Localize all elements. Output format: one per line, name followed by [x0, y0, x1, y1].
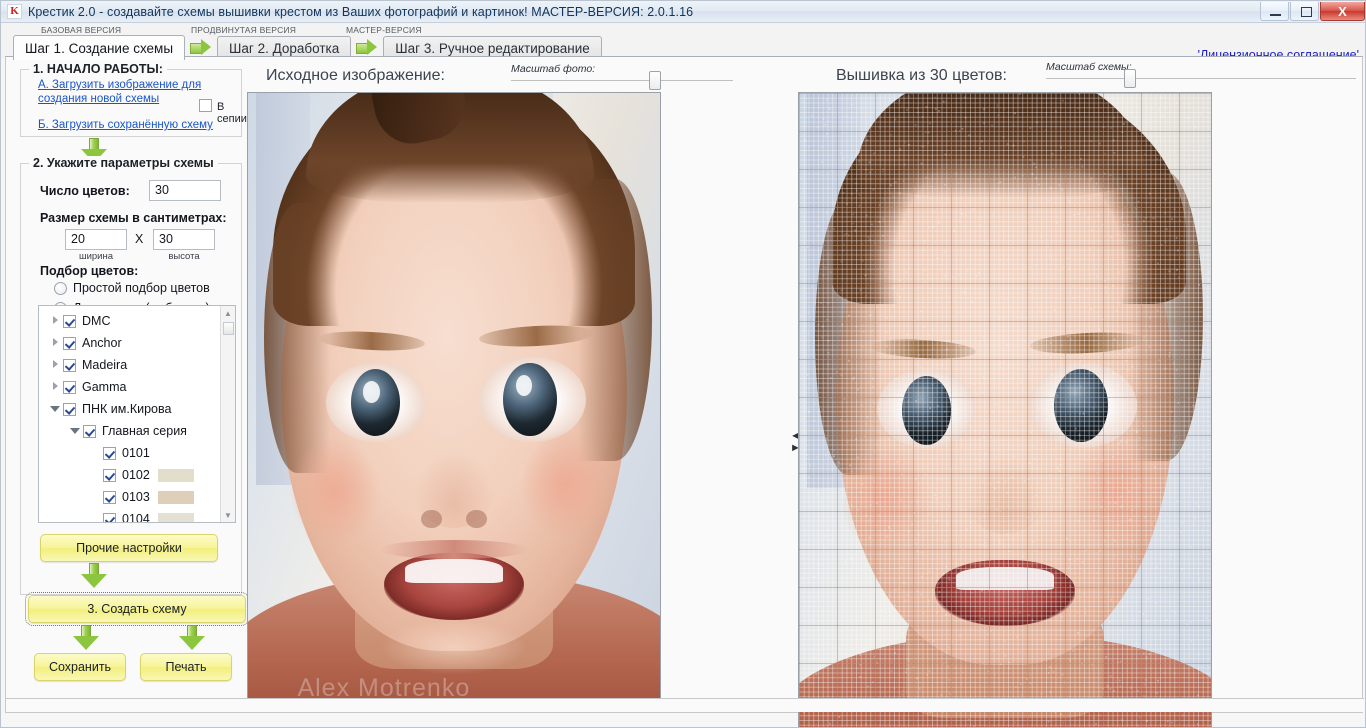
floss-brand-tree[interactable]: DMC Anchor Madeira Gamma ПНК им.Кирова Главна… — [38, 305, 236, 523]
print-button[interactable]: Печать — [140, 653, 232, 681]
arrow-down-icon-4 — [179, 625, 205, 651]
photo-zoom-thumb[interactable] — [649, 71, 661, 90]
scheme-width-input[interactable]: 20 — [65, 229, 127, 250]
sepia-label: В сепии — [217, 101, 248, 125]
tree-item-label: ПНК им.Кирова — [82, 402, 171, 416]
arrow-down-icon-3 — [73, 625, 99, 651]
tab-strip: БАЗОВАЯ ВЕРСИЯ ПРОДВИНУТАЯ ВЕРСИЯ МАСТЕР… — [1, 23, 1366, 59]
tab-step-1[interactable]: Шаг 1. Создание схемы — [13, 35, 185, 60]
tree-item-label: DMC — [82, 314, 110, 328]
tree-item-label: 0104 — [122, 512, 150, 523]
tree-item-checkbox[interactable] — [103, 491, 116, 504]
source-image-frame[interactable]: Alex Motrenko — [247, 92, 661, 707]
scheme-size-label: Размер схемы в сантиметрах: — [40, 211, 227, 225]
scheme-height-input[interactable]: 30 — [153, 229, 215, 250]
radio-simple-row[interactable]: Простой подбор цветов — [54, 281, 210, 295]
color-swatch — [158, 469, 194, 482]
create-scheme-button[interactable]: 3. Создать схему — [28, 595, 246, 623]
tree-item-label: Anchor — [82, 336, 122, 350]
load-image-link[interactable]: А. Загрузить изображение для создания но… — [38, 79, 210, 106]
chevron-right-icon[interactable] — [47, 382, 63, 392]
radio-simple-button[interactable] — [54, 282, 67, 295]
arrow-right-icon-2 — [356, 39, 378, 56]
chevron-down-icon[interactable] — [67, 426, 83, 436]
sepia-checkbox[interactable] — [199, 99, 212, 112]
tree-item-label: Gamma — [82, 380, 126, 394]
scroll-thumb[interactable] — [223, 322, 234, 335]
photo-zoom-track — [511, 80, 733, 81]
tree-item-label: 0102 — [122, 468, 150, 482]
version-label-basic: БАЗОВАЯ ВЕРСИЯ — [41, 25, 121, 35]
chevron-down-icon[interactable] — [47, 404, 63, 414]
scheme-zoom-thumb[interactable] — [1124, 69, 1136, 88]
scheme-image-frame[interactable] — [798, 92, 1212, 728]
tree-item-checkbox[interactable] — [63, 381, 76, 394]
maximize-button[interactable] — [1290, 2, 1319, 21]
palette-mode-label: Подбор цветов: — [40, 264, 138, 278]
scheme-panel-title: Вышивка из 30 цветов: — [836, 67, 1007, 85]
tree-item-checkbox[interactable] — [103, 513, 116, 524]
version-label-advanced: ПРОДВИНУТАЯ ВЕРСИЯ — [191, 25, 296, 35]
colors-count-label: Число цветов: — [40, 184, 130, 198]
group-scheme-params-title: 2. Укажите параметры схемы — [29, 156, 218, 170]
tree-item[interactable]: 0102 — [41, 464, 235, 486]
tree-item[interactable]: 0104 — [41, 508, 235, 523]
tree-scrollbar[interactable]: ▲ ▼ — [220, 306, 235, 522]
content-area: 1. НАЧАЛО РАБОТЫ: А. Загрузить изображен… — [5, 56, 1363, 713]
tree-item[interactable]: ПНК им.Кирова — [41, 398, 235, 420]
tree-item-label: Главная серия — [102, 424, 187, 438]
chevron-right-icon[interactable] — [47, 316, 63, 326]
photo-panel-title: Исходное изображение: — [266, 67, 445, 85]
size-separator: X — [135, 232, 143, 246]
minimize-button[interactable] — [1260, 2, 1289, 21]
window-title: Крестик 2.0 - создавайте схемы вышивки к… — [28, 5, 693, 19]
scroll-down-icon[interactable]: ▼ — [221, 508, 235, 522]
settings-sidebar: 1. НАЧАЛО РАБОТЫ: А. Загрузить изображен… — [16, 57, 248, 707]
tree-item-label: 0103 — [122, 490, 150, 504]
arrow-down-icon-2 — [81, 563, 107, 589]
arrow-right-icon-1 — [190, 39, 212, 56]
photo-zoom-slider[interactable] — [511, 71, 733, 89]
tree-item[interactable]: 0101 — [41, 442, 235, 464]
tree-item[interactable]: Madeira — [41, 354, 235, 376]
close-button[interactable]: X — [1320, 2, 1365, 21]
height-caption: высота — [153, 251, 215, 262]
app-icon: K — [7, 4, 22, 19]
group-start-work-title: 1. НАЧАЛО РАБОТЫ: — [29, 62, 167, 76]
chevron-right-icon[interactable] — [47, 360, 63, 370]
tree-item[interactable]: Anchor — [41, 332, 235, 354]
tree-item[interactable]: 0103 — [41, 486, 235, 508]
tree-item[interactable]: Gamma — [41, 376, 235, 398]
status-strip — [6, 698, 1364, 712]
radio-simple-label: Простой подбор цветов — [73, 281, 210, 295]
color-swatch — [158, 513, 194, 524]
tree-item-checkbox[interactable] — [103, 469, 116, 482]
tree-item-checkbox[interactable] — [63, 403, 76, 416]
other-settings-button[interactable]: Прочие настройки — [40, 534, 218, 562]
colors-count-input[interactable]: 30 — [149, 180, 221, 201]
application-window: K Крестик 2.0 - создавайте схемы вышивки… — [0, 0, 1366, 728]
window-controls: X — [1259, 1, 1365, 22]
scheme-zoom-slider[interactable] — [1046, 69, 1356, 87]
tree-item[interactable]: DMC — [41, 310, 235, 332]
tree-item-label: Madeira — [82, 358, 127, 372]
color-swatch — [158, 491, 194, 504]
version-label-master: МАСТЕР-ВЕРСИЯ — [346, 25, 422, 35]
tree-item-label: 0101 — [122, 446, 150, 460]
tree-item-checkbox[interactable] — [83, 425, 96, 438]
scheme-zoom-track — [1046, 78, 1356, 79]
width-caption: ширина — [65, 251, 127, 262]
tree-item-checkbox[interactable] — [103, 447, 116, 460]
tree-item-checkbox[interactable] — [63, 359, 76, 372]
scroll-up-icon[interactable]: ▲ — [221, 306, 235, 320]
tree-item-checkbox[interactable] — [63, 337, 76, 350]
load-saved-scheme-link[interactable]: Б. Загрузить сохранённую схему — [38, 119, 213, 133]
source-photo: Alex Motrenko — [248, 93, 660, 706]
title-bar: K Крестик 2.0 - создавайте схемы вышивки… — [1, 1, 1366, 23]
save-button[interactable]: Сохранить — [34, 653, 126, 681]
tree-item[interactable]: Главная серия — [41, 420, 235, 442]
chevron-right-icon[interactable] — [47, 338, 63, 348]
cross-stitch-preview — [799, 93, 1211, 728]
tree-item-checkbox[interactable] — [63, 315, 76, 328]
